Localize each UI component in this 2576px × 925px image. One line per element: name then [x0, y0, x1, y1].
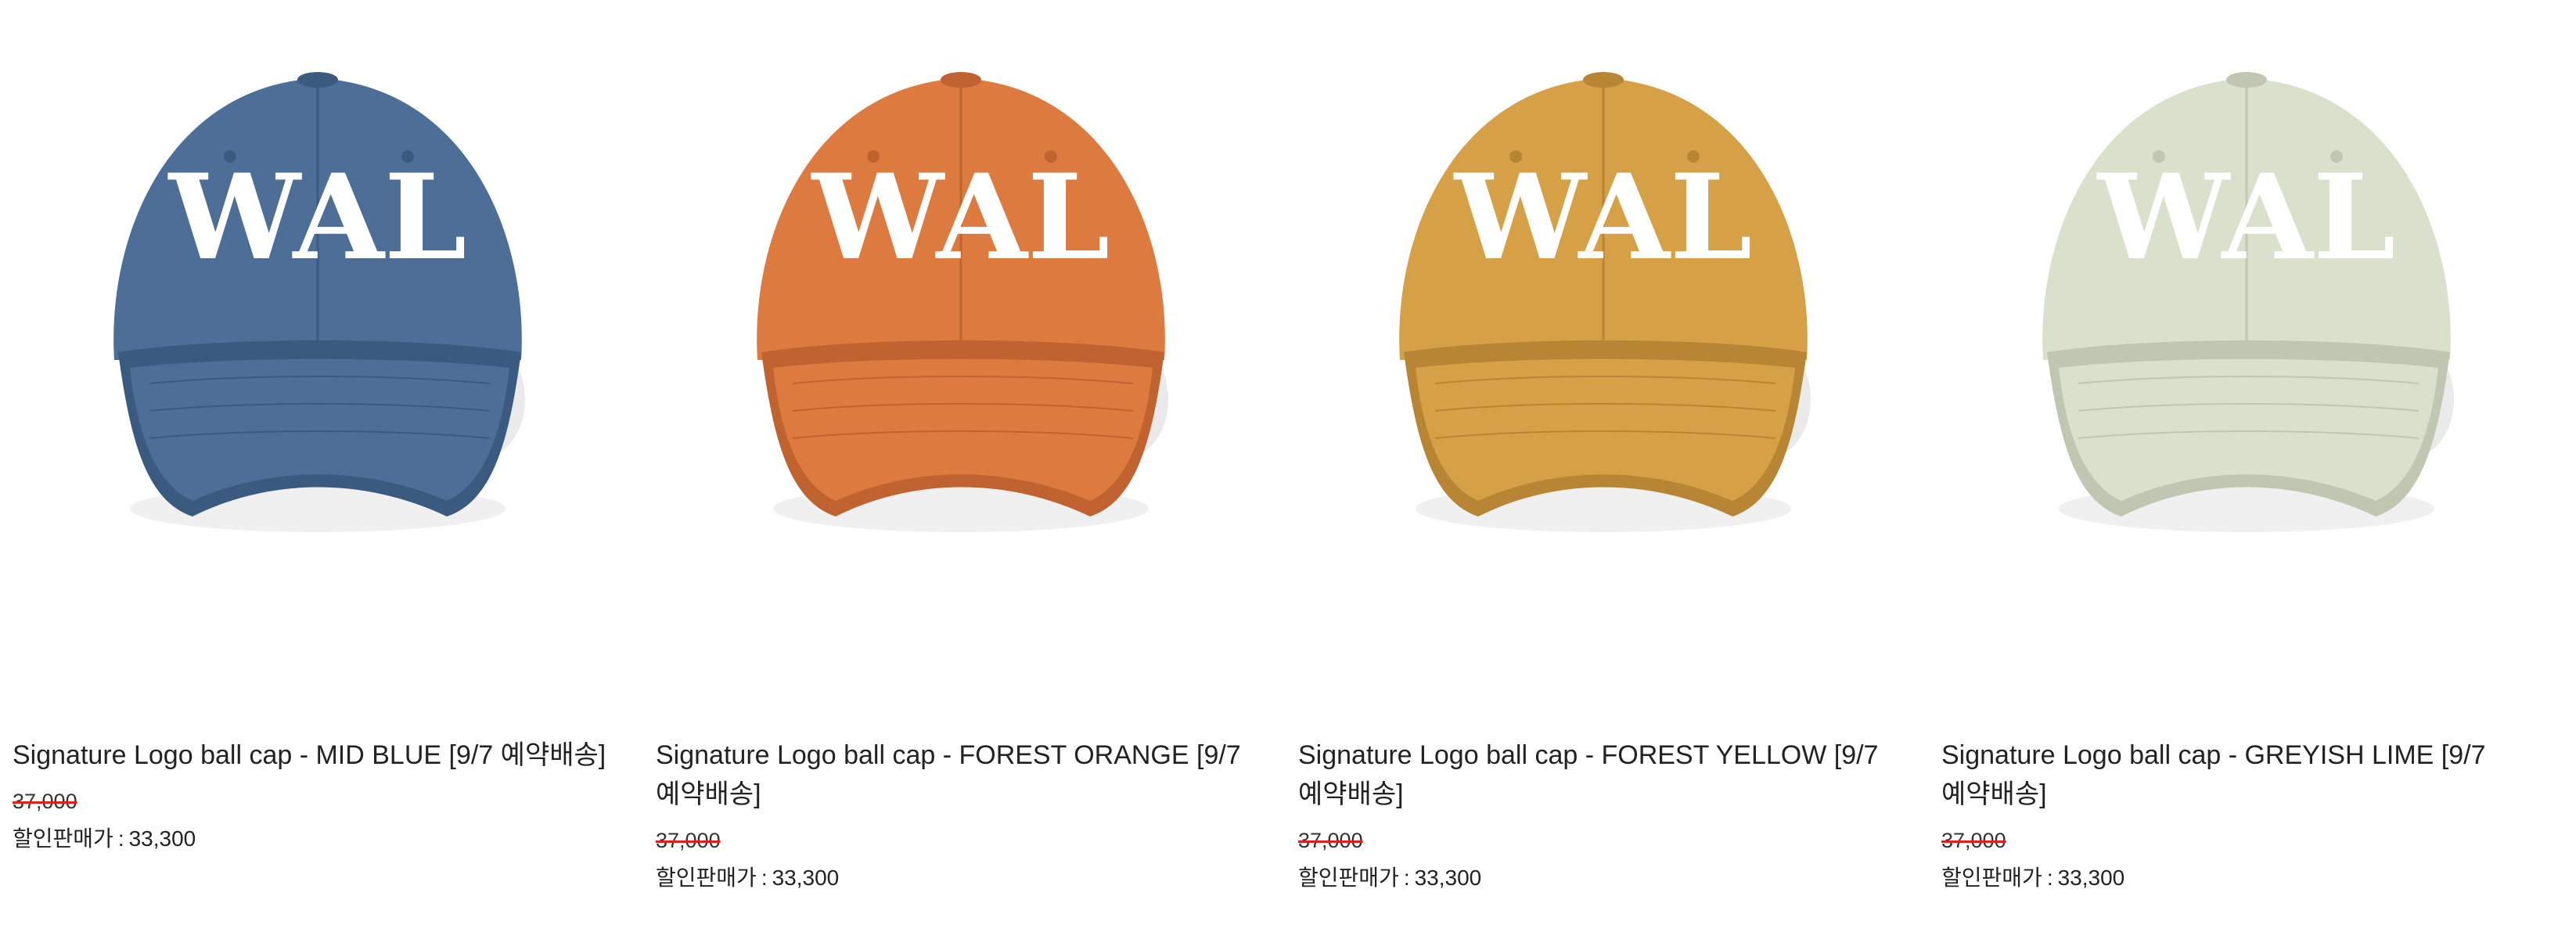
product-grid: WAL Signature Logo ball cap - MID BLUE […: [0, 0, 2576, 925]
product-info: Signature Logo ball cap - MID BLUE [9/7 …: [13, 736, 639, 856]
product-image[interactable]: WAL: [656, 0, 1282, 673]
product-name[interactable]: Signature Logo ball cap - GREYISH LIME […: [1941, 736, 2567, 814]
sale-price-label: 할인판매가: [13, 826, 113, 851]
original-price: 37,000: [656, 829, 721, 852]
sale-price-row: 할인판매가:33,300: [1298, 861, 1924, 895]
product-card[interactable]: WAL Signature Logo ball cap - FOREST YEL…: [1298, 0, 1924, 890]
product-image[interactable]: WAL: [1941, 0, 2567, 673]
logo-icon: WAL: [2096, 149, 2396, 286]
svg-text:WAL: WAL: [1453, 149, 1753, 286]
logo-icon: WAL: [1453, 149, 1753, 286]
sale-price-separator: :: [117, 826, 124, 851]
logo-icon: WAL: [811, 149, 1110, 286]
blue-cap-image: WAL: [113, 72, 525, 532]
sale-price-value: 33,300: [772, 866, 840, 890]
logo-icon: WAL: [167, 149, 467, 286]
product-card[interactable]: WAL Signature Logo ball cap - GREYISH LI…: [1941, 0, 2567, 890]
product-info: Signature Logo ball cap - FOREST ORANGE …: [656, 736, 1282, 895]
original-price: 37,000: [1941, 829, 2006, 852]
product-info: Signature Logo ball cap - GREYISH LIME […: [1941, 736, 2567, 895]
product-info: Signature Logo ball cap - FOREST YELLOW …: [1298, 736, 1924, 895]
product-card[interactable]: WAL Signature Logo ball cap - MID BLUE […: [13, 0, 639, 851]
sale-price-label: 할인판매가: [1298, 866, 1399, 890]
sale-price-row: 할인판매가:33,300: [13, 822, 639, 856]
sale-price-separator: :: [1403, 866, 1410, 890]
sale-price-label: 할인판매가: [1941, 866, 2042, 890]
product-name[interactable]: Signature Logo ball cap - FOREST YELLOW …: [1298, 736, 1924, 814]
svg-text:WAL: WAL: [167, 149, 467, 286]
orange-cap-image: WAL: [757, 72, 1168, 532]
product-name[interactable]: Signature Logo ball cap - FOREST ORANGE …: [656, 736, 1282, 814]
sale-price-separator: :: [2046, 866, 2053, 890]
product-image[interactable]: WAL: [13, 0, 639, 673]
lime-cap-image: WAL: [2042, 72, 2454, 532]
sale-price-label: 할인판매가: [656, 866, 757, 890]
sale-price-value: 33,300: [1414, 866, 1482, 890]
original-price: 37,000: [13, 790, 77, 813]
sale-price-row: 할인판매가:33,300: [656, 861, 1282, 895]
svg-text:WAL: WAL: [811, 149, 1110, 286]
sale-price-value: 33,300: [128, 826, 196, 851]
sale-price-separator: :: [761, 866, 768, 890]
product-image[interactable]: WAL: [1298, 0, 1924, 673]
product-name[interactable]: Signature Logo ball cap - MID BLUE [9/7 …: [13, 736, 639, 775]
product-card[interactable]: WAL Signature Logo ball cap - FOREST ORA…: [656, 0, 1282, 890]
sale-price-row: 할인판매가:33,300: [1941, 861, 2567, 895]
yellow-cap-image: WAL: [1399, 72, 1811, 532]
sale-price-value: 33,300: [2057, 866, 2125, 890]
original-price: 37,000: [1298, 829, 1363, 852]
svg-text:WAL: WAL: [2096, 149, 2396, 286]
